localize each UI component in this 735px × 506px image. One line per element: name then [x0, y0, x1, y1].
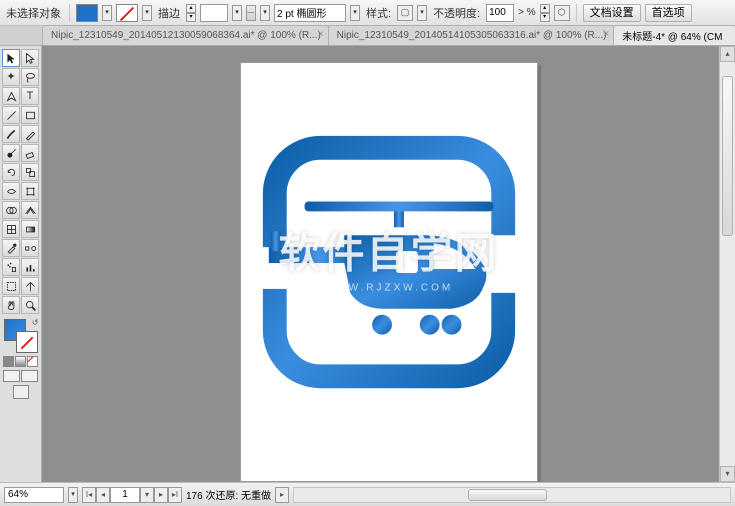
scroll-down-button[interactable]: ▾	[720, 466, 735, 482]
stroke-link[interactable]: 描边	[156, 5, 182, 21]
recolor-icon[interactable]: ⬡	[554, 5, 570, 21]
scroll-up-button[interactable]: ▴	[720, 46, 735, 62]
zoom-dropdown[interactable]: ▾	[68, 487, 78, 503]
artboard-nav: I◂ ◂ 1 ▾ ▸ ▸I	[82, 487, 182, 503]
eyedropper-tool[interactable]	[2, 239, 20, 257]
prev-artboard-button[interactable]: ◂	[96, 487, 110, 503]
horizontal-scrollbar[interactable]	[293, 487, 731, 503]
opacity-stepper[interactable]: ▴▾	[540, 4, 550, 22]
pencil-tool[interactable]	[21, 125, 39, 143]
brush-preset[interactable]: —	[246, 5, 256, 21]
hscroll-thumb[interactable]	[468, 489, 546, 501]
opacity-link[interactable]: 不透明度:	[431, 5, 482, 21]
fill-stroke-picker[interactable]: ↺	[4, 319, 38, 353]
free-transform-tool[interactable]	[21, 182, 39, 200]
next-artboard-button[interactable]: ▸	[154, 487, 168, 503]
canvas-area[interactable]: 软件自学网 WWW.RJZXW.COM ▴ ▾	[42, 46, 735, 482]
screen-mode-normal[interactable]	[3, 370, 20, 382]
shape-builder-tool[interactable]	[2, 201, 20, 219]
close-icon[interactable]: ×	[603, 29, 609, 40]
color-mode-gradient[interactable]	[15, 356, 26, 367]
scroll-thumb[interactable]	[722, 76, 733, 236]
lasso-tool[interactable]	[21, 68, 39, 86]
artwork-helicopter-icon	[241, 63, 537, 481]
stroke-stepper[interactable]: ▴▾	[186, 4, 196, 22]
tool-panel: ✦ T ↺	[0, 46, 42, 482]
blob-brush-tool[interactable]	[2, 144, 20, 162]
tab-title: Nipic_12310549_20140514105305063316.ai* …	[337, 30, 607, 41]
opacity-value[interactable]: 100	[486, 4, 514, 22]
fill-dropdown[interactable]: ▾	[102, 5, 112, 21]
zoom-field[interactable]: 64%	[4, 487, 64, 503]
undo-info: 176 次还原: 无重做	[186, 487, 271, 502]
style-dropdown[interactable]: ▾	[417, 5, 427, 21]
scale-tool[interactable]	[21, 163, 39, 181]
color-mode-solid[interactable]	[3, 356, 14, 367]
gradient-tool[interactable]	[21, 220, 39, 238]
profile-dropdown[interactable]: ▾	[350, 5, 360, 21]
direct-selection-tool[interactable]	[21, 49, 39, 67]
artboard-tool[interactable]	[2, 277, 20, 295]
status-bar: 64% ▾ I◂ ◂ 1 ▾ ▸ ▸I 176 次还原: 无重做 ▸	[0, 482, 735, 506]
paintbrush-tool[interactable]	[2, 125, 20, 143]
stroke-color[interactable]	[16, 331, 38, 353]
close-icon[interactable]: ×	[318, 29, 324, 40]
tab-title: Nipic_12310549_20140512130059068364.ai* …	[51, 30, 321, 41]
brush-dropdown[interactable]: ▾	[260, 5, 270, 21]
rotate-tool[interactable]	[2, 163, 20, 181]
vertical-scrollbar[interactable]: ▴ ▾	[719, 46, 735, 482]
color-mode-none[interactable]	[27, 356, 38, 367]
last-artboard-button[interactable]: ▸I	[168, 487, 182, 503]
artboard-dropdown[interactable]: ▾	[140, 487, 154, 503]
opacity-unit: > %	[518, 7, 536, 18]
document-tab[interactable]: Nipic_12310549_20140514105305063316.ai* …	[328, 25, 615, 45]
style-label: 样式:	[364, 5, 393, 21]
rectangle-tool[interactable]	[21, 106, 39, 124]
status-menu-button[interactable]: ▸	[275, 487, 289, 503]
line-tool[interactable]	[2, 106, 20, 124]
style-swatch[interactable]: ▢	[397, 5, 413, 21]
pen-tool[interactable]	[2, 87, 20, 105]
preferences-button[interactable]: 首选项	[645, 4, 692, 22]
slice-tool[interactable]	[21, 277, 39, 295]
selection-status: 未选择对象	[4, 5, 63, 21]
blend-tool[interactable]	[21, 239, 39, 257]
stroke-dropdown[interactable]: ▾	[142, 5, 152, 21]
zoom-tool[interactable]	[21, 296, 39, 314]
artboard-number[interactable]: 1	[110, 487, 140, 503]
document-tab-active[interactable]: 未标题-4* @ 64% (CM	[613, 25, 735, 45]
swap-icon[interactable]: ↺	[32, 318, 39, 327]
artboard[interactable]	[240, 62, 538, 482]
type-tool[interactable]: T	[21, 87, 39, 105]
weight-profile[interactable]: 2 pt 椭圆形	[274, 4, 346, 22]
hand-tool[interactable]	[2, 296, 20, 314]
eraser-tool[interactable]	[21, 144, 39, 162]
document-setup-button[interactable]: 文档设置	[583, 4, 641, 22]
perspective-grid-tool[interactable]	[21, 201, 39, 219]
screen-mode-full[interactable]	[21, 370, 38, 382]
change-screen-mode[interactable]	[13, 385, 29, 399]
mesh-tool[interactable]	[2, 220, 20, 238]
selection-tool[interactable]	[2, 49, 20, 67]
first-artboard-button[interactable]: I◂	[82, 487, 96, 503]
column-graph-tool[interactable]	[21, 258, 39, 276]
stroke-swatch[interactable]	[116, 4, 138, 22]
symbol-sprayer-tool[interactable]	[2, 258, 20, 276]
tab-title: 未标题-4* @ 64% (CM	[622, 28, 722, 43]
color-mode-row	[3, 356, 38, 367]
options-bar: 未选择对象 ▾ ▾ 描边 ▴▾ ▾ — ▾ 2 pt 椭圆形 ▾ 样式: ▢ ▾…	[0, 0, 735, 26]
magic-wand-tool[interactable]: ✦	[2, 68, 20, 86]
stroke-value-dropdown[interactable]: ▾	[232, 5, 242, 21]
document-tab-bar: Nipic_12310549_20140512130059068364.ai* …	[0, 26, 735, 46]
stroke-value[interactable]	[200, 4, 228, 22]
document-tab[interactable]: Nipic_12310549_20140512130059068364.ai* …	[42, 25, 329, 45]
fill-swatch[interactable]	[76, 4, 98, 22]
width-tool[interactable]	[2, 182, 20, 200]
